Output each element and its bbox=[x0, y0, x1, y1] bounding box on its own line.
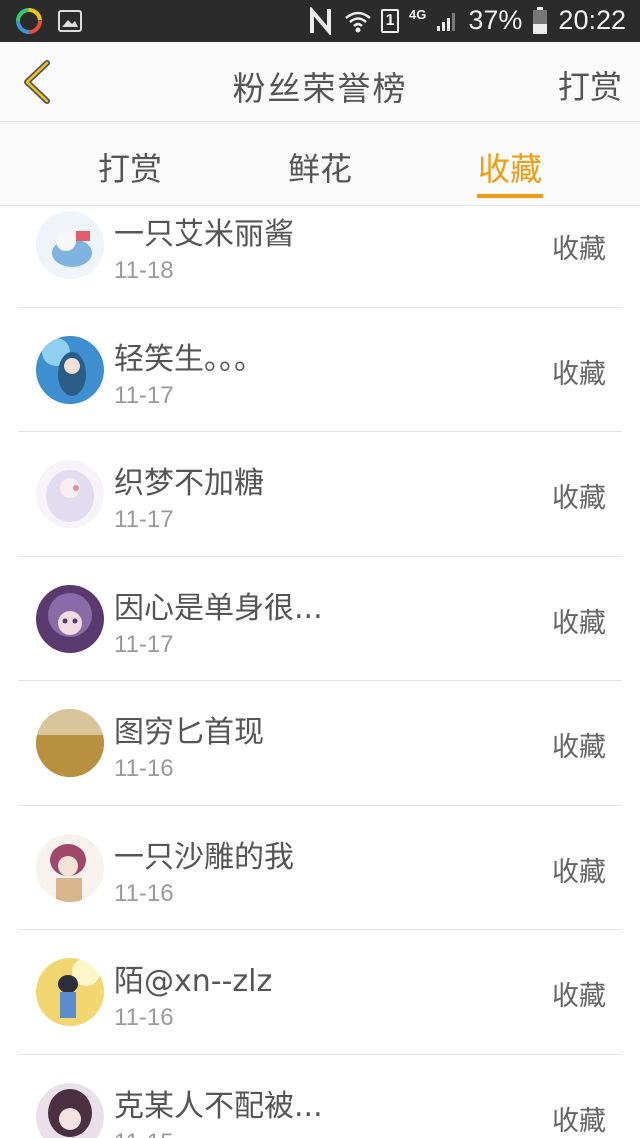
record-type: 收藏 bbox=[552, 1105, 606, 1137]
record-type: 收藏 bbox=[552, 981, 606, 1012]
page-title: 粉丝荣誉榜 bbox=[232, 69, 408, 108]
item-date: 11-17 bbox=[114, 506, 174, 533]
item-date: 11-16 bbox=[114, 879, 174, 907]
battery-percent: 37% bbox=[468, 5, 523, 35]
user-name: 因心是单身很... bbox=[114, 590, 323, 626]
list-item[interactable]: 一只沙雕的我 11-16 收藏 bbox=[18, 806, 622, 930]
user-name: 陌@xn--zlz bbox=[114, 964, 273, 999]
record-type: 收藏 bbox=[552, 607, 606, 639]
avatar bbox=[36, 460, 104, 528]
avatar bbox=[36, 709, 104, 777]
item-date: 11-15 bbox=[114, 1129, 174, 1138]
avatar bbox=[36, 833, 104, 902]
network-type: 4G bbox=[409, 7, 427, 22]
avatar bbox=[36, 335, 104, 404]
tab-flowers[interactable]: 鲜花 bbox=[260, 144, 380, 190]
tab-favorites[interactable]: 收藏 bbox=[450, 144, 570, 190]
sim-indicator: 1 bbox=[381, 8, 400, 33]
user-name: 图穷匕首现 bbox=[114, 715, 264, 750]
nfc-icon bbox=[309, 6, 335, 35]
item-date: 11-16 bbox=[114, 755, 174, 782]
list-item[interactable]: 图穷匕首现 11-16 收藏 bbox=[18, 681, 622, 806]
record-type: 收藏 bbox=[552, 732, 606, 763]
wifi-icon bbox=[345, 9, 371, 33]
record-type: 收藏 bbox=[552, 234, 606, 265]
list-item[interactable]: 一只艾米丽酱 11-18 收藏 bbox=[18, 207, 622, 308]
record-type: 收藏 bbox=[552, 483, 606, 514]
status-bar: 1 4G 37% 20:22 bbox=[0, 0, 640, 42]
list-item[interactable]: 轻笑生。。。 11-17 收藏 bbox=[18, 308, 622, 432]
list-item[interactable]: 陌@xn--zlz 11-16 收藏 bbox=[18, 930, 622, 1055]
user-name: 一只沙雕的我 bbox=[114, 839, 294, 875]
nav-header: 粉丝荣誉榜 打赏 bbox=[0, 42, 640, 122]
avatar bbox=[36, 1082, 104, 1138]
status-left-icons bbox=[16, 8, 82, 34]
status-right-icons: 1 4G 37% 20:22 bbox=[309, 5, 626, 36]
user-name: 克某人不配被... bbox=[114, 1088, 323, 1124]
item-date: 11-18 bbox=[114, 257, 174, 284]
image-notification-icon bbox=[58, 10, 82, 32]
avatar bbox=[36, 958, 104, 1026]
item-date: 11-17 bbox=[114, 630, 174, 658]
app-notification-icon bbox=[16, 8, 42, 34]
user-name: 一只艾米丽酱 bbox=[114, 217, 294, 252]
active-tab-indicator bbox=[477, 194, 543, 198]
fan-list[interactable]: 一只艾米丽酱 11-18 收藏 轻笑生。。。 11-17 收藏 织梦不加糖 11… bbox=[0, 207, 640, 1138]
list-item[interactable]: 织梦不加糖 11-17 收藏 bbox=[18, 432, 622, 557]
avatar bbox=[36, 584, 104, 653]
list-item[interactable]: 克某人不配被... 11-15 收藏 bbox=[18, 1055, 622, 1138]
item-date: 11-17 bbox=[114, 381, 174, 409]
clock: 20:22 bbox=[558, 5, 626, 35]
list-item[interactable]: 因心是单身很... 11-17 收藏 bbox=[18, 557, 622, 681]
user-name: 织梦不加糖 bbox=[114, 466, 264, 501]
record-type: 收藏 bbox=[552, 358, 606, 390]
tab-reward[interactable]: 打赏 bbox=[70, 144, 190, 190]
battery-icon bbox=[532, 6, 548, 35]
reward-button[interactable]: 打赏 bbox=[558, 62, 622, 108]
tab-bar: 打赏 鲜花 收藏 bbox=[0, 122, 640, 206]
item-date: 11-16 bbox=[114, 1004, 174, 1031]
signal-icon bbox=[436, 10, 458, 32]
record-type: 收藏 bbox=[552, 856, 606, 888]
user-name: 轻笑生。。。 bbox=[114, 341, 264, 377]
avatar bbox=[36, 211, 104, 279]
